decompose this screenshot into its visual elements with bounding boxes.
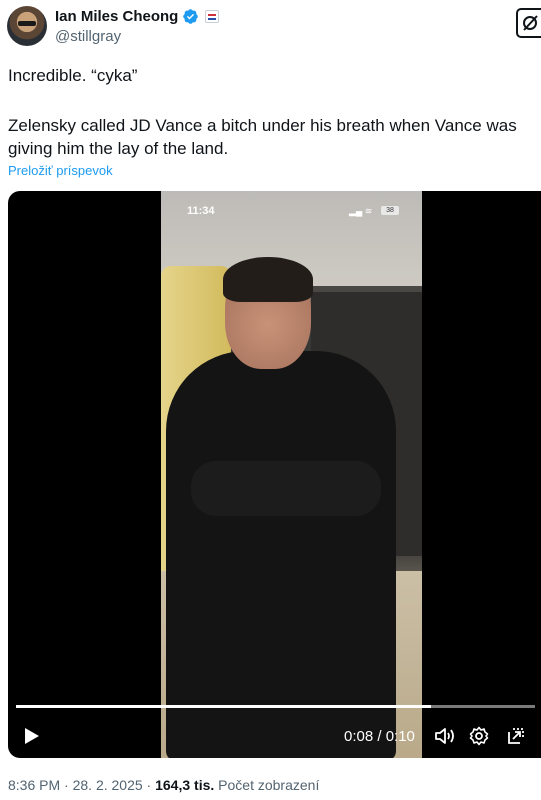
video-player[interactable]: 11:34 ▂▄ ≋ 38 0:08 / 0:10: [8, 191, 541, 758]
view-count-label: Počet zobrazení: [218, 777, 320, 793]
video-progress-fill: [16, 705, 432, 708]
tweet-text-line-1: Incredible. “cyka”: [8, 66, 138, 85]
author-name-row: Ian Miles Cheong: [55, 6, 220, 26]
video-time-readout: 0:08 / 0:10: [344, 728, 415, 745]
view-count: 164,3 tis.: [155, 777, 215, 793]
tweet-meta: 8:36 PM · 28. 2. 2025 · 164,3 tis. Počet…: [8, 777, 320, 793]
play-icon[interactable]: [24, 727, 40, 745]
author-handle[interactable]: @stillgray: [55, 28, 121, 45]
grok-slash-icon: [523, 15, 538, 31]
person-body: [166, 351, 396, 758]
video-frame: 11:34 ▂▄ ≋ 38: [161, 191, 422, 758]
translate-post-link[interactable]: Preložiť príspevok: [8, 163, 113, 178]
grok-icon[interactable]: [516, 8, 541, 38]
avatar[interactable]: [7, 6, 47, 46]
tweet-date[interactable]: 28. 2. 2025: [73, 777, 143, 793]
crossed-arms: [191, 461, 381, 516]
tweet-header: Ian Miles Cheong @stillgray: [0, 0, 541, 56]
volume-icon[interactable]: [434, 726, 456, 746]
tweet-text-line-2: Zelensky called JD Vance a bitch under h…: [8, 116, 517, 158]
video-progress-bar[interactable]: [16, 705, 535, 708]
pop-out-icon[interactable]: [506, 726, 526, 746]
verified-badge-icon: [183, 8, 199, 24]
affiliation-flag-icon[interactable]: [205, 9, 220, 23]
phone-status-time: 11:34: [187, 205, 215, 217]
tweet-time[interactable]: 8:36 PM: [8, 777, 60, 793]
settings-gear-icon[interactable]: [469, 726, 489, 746]
battery-icon: 38: [381, 206, 399, 215]
signal-wifi-icon: ▂▄ ≋: [349, 206, 373, 216]
author-display-name[interactable]: Ian Miles Cheong: [55, 8, 178, 25]
